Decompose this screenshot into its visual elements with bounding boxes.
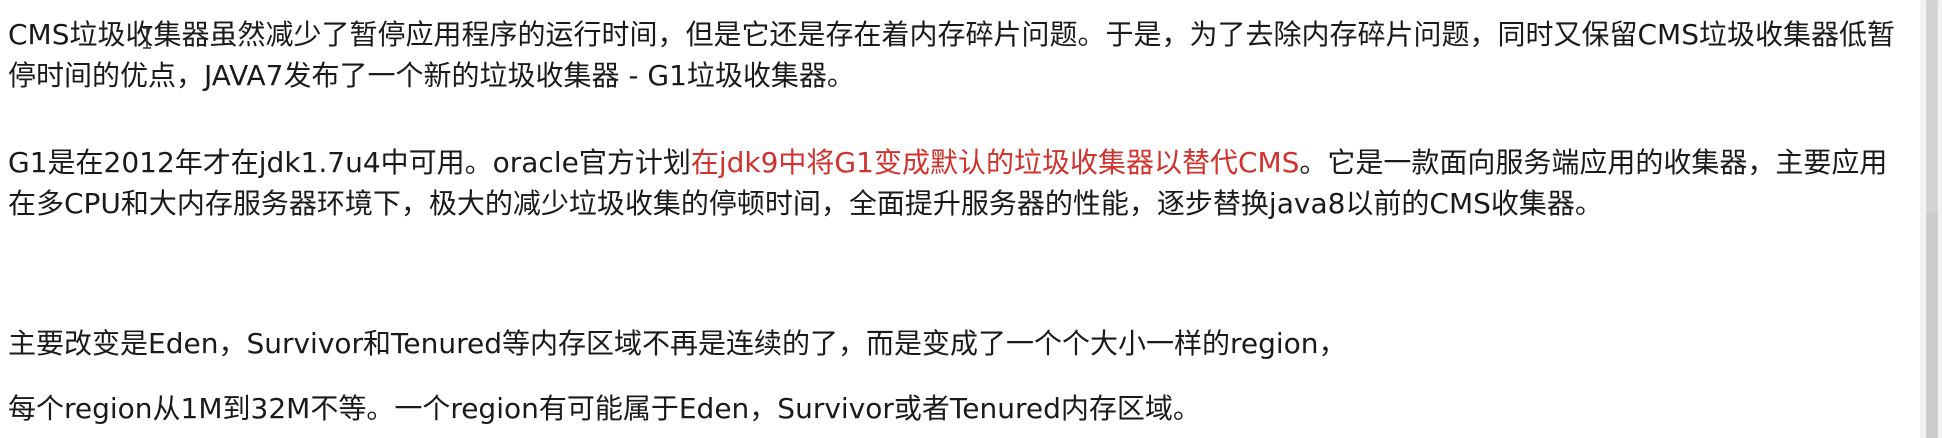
paragraph-cms-intro: CMS垃圾收集器虽然减少了暂停应用程序的运行时间，但是它还是存在着内存碎片问题。… <box>8 18 1895 92</box>
highlighted-jdk9-note: 在jdk9中将G1变成默认的垃圾收集器以替代CMS <box>690 146 1300 179</box>
paragraph-region-size: 每个region从1M到32M不等。一个region有可能属于Eden，Surv… <box>8 392 1201 425</box>
paragraph-g1-availability: G1是在2012年才在jdk1.7u4中可用。oracle官方计划在jdk9中将… <box>8 142 1913 224</box>
scrollbar-track[interactable] <box>1920 0 1942 438</box>
text-cursor-icon <box>143 27 151 49</box>
article-page: CMS垃圾收集器虽然减少了暂停应用程序的运行时间，但是它还是存在着内存碎片问题。… <box>0 0 1942 438</box>
scrollbar-thumb[interactable] <box>1926 0 1938 212</box>
paragraph-region-change: 主要改变是Eden，Survivor和Tenured等内存区域不再是连续的了，而… <box>8 327 1347 360</box>
scrollbar-lower-track[interactable] <box>1926 212 1938 438</box>
paragraph-g1-text-before: G1是在2012年才在jdk1.7u4中可用。oracle官方计划 <box>8 146 691 179</box>
